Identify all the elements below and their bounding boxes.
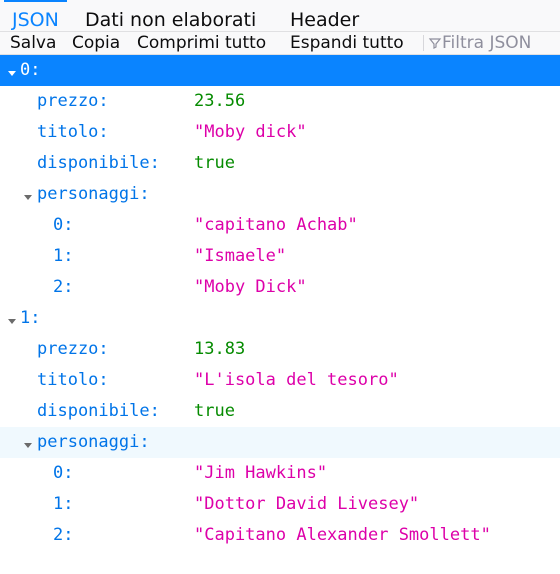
tree-key: 1: [20, 308, 41, 328]
tab-headers[interactable]: Header [290, 0, 359, 31]
filter-json-input[interactable] [442, 32, 557, 54]
tree-row[interactable]: prezzo: 23.56 [0, 86, 560, 117]
tree-key: personaggi: [37, 184, 150, 204]
expand-toggle-icon[interactable] [24, 195, 32, 200]
collapse-all-button[interactable]: Comprimi tutto [137, 32, 266, 54]
tree-row[interactable]: prezzo: 13.83 [0, 334, 560, 365]
tree-row-personaggi[interactable]: personaggi: [0, 179, 560, 210]
tree-key: personaggi: [37, 432, 150, 452]
tree-row[interactable]: 0: "capitano Achab" [0, 210, 560, 241]
tree-key: titolo: [37, 370, 109, 390]
tree-value: true [194, 401, 235, 421]
tree-key: 1: [53, 246, 74, 266]
filter-icon [428, 38, 442, 49]
tree-value: "L'isola del tesoro" [194, 370, 399, 390]
tree-row-item-1[interactable]: 1: [0, 303, 560, 334]
tab-json[interactable]: JSON [4, 0, 67, 31]
tree-row-item-0[interactable]: 0: [0, 55, 560, 86]
tree-row[interactable]: disponibile: true [0, 396, 560, 427]
tree-value: 23.56 [194, 91, 246, 111]
tree-row[interactable]: 0: "Jim Hawkins" [0, 458, 560, 489]
tree-row[interactable]: 1: "Ismaele" [0, 241, 560, 272]
tree-key: 0: [20, 60, 41, 80]
tree-key: prezzo: [37, 91, 109, 111]
tree-key: 0: [53, 463, 74, 483]
tree-row-personaggi[interactable]: personaggi: [0, 427, 560, 458]
tree-row[interactable]: titolo: "Moby dick" [0, 117, 560, 148]
tree-key: titolo: [37, 122, 109, 142]
tree-row[interactable]: 2: "Capitano Alexander Smollett" [0, 520, 560, 551]
tree-row[interactable]: 2: "Moby Dick" [0, 272, 560, 303]
tree-value: "Jim Hawkins" [194, 463, 328, 483]
tree-value: "Capitano Alexander Smollett" [194, 525, 491, 545]
tree-value: "Moby dick" [194, 122, 307, 142]
tree-row[interactable]: 1: "Dottor David Livesey" [0, 489, 560, 520]
tree-key: disponibile: [37, 401, 160, 421]
tree-key: 1: [53, 494, 74, 514]
expand-toggle-icon[interactable] [8, 319, 16, 324]
tree-key: 0: [53, 215, 74, 235]
tree-value: "Ismaele" [194, 246, 287, 266]
tree-key: 2: [53, 277, 74, 297]
tree-key: prezzo: [37, 339, 109, 359]
save-button[interactable]: Salva [10, 32, 56, 54]
tab-raw-data[interactable]: Dati non elaborati [85, 0, 256, 31]
expand-all-button[interactable]: Espandi tutto [290, 32, 404, 54]
tree-row[interactable]: disponibile: true [0, 148, 560, 179]
toolbar-divider [423, 35, 424, 51]
tree-key: 2: [53, 525, 74, 545]
expand-toggle-icon[interactable] [24, 443, 32, 448]
tree-value: "capitano Achab" [194, 215, 358, 235]
tree-value: "Dottor David Livesey" [194, 494, 420, 514]
copy-button[interactable]: Copia [72, 32, 120, 54]
expand-toggle-icon[interactable] [8, 71, 16, 76]
tree-row[interactable]: titolo: "L'isola del tesoro" [0, 365, 560, 396]
tree-value: "Moby Dick" [194, 277, 307, 297]
tree-value: true [194, 153, 235, 173]
tree-key: disponibile: [37, 153, 160, 173]
toolbar: Salva Copia Comprimi tutto Espandi tutto [0, 32, 560, 55]
viewer-tabs: JSON Dati non elaborati Header [0, 0, 560, 32]
tree-value: 13.83 [194, 339, 246, 359]
